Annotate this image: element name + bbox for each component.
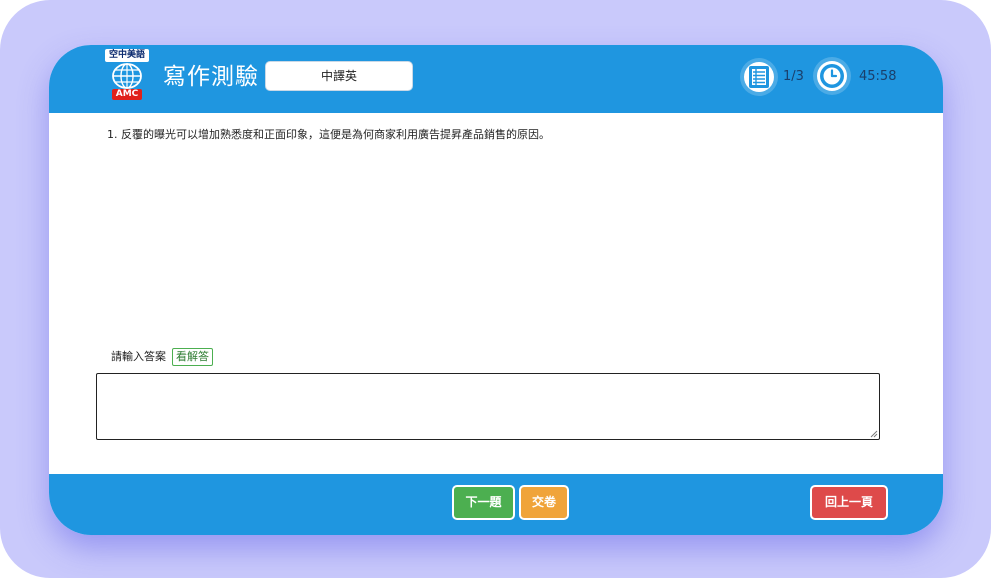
page-title: 寫作測驗 <box>163 64 259 90</box>
next-question-button[interactable]: 下一題 <box>452 485 515 520</box>
resize-grip-icon[interactable] <box>869 429 878 438</box>
globe-icon <box>112 63 142 89</box>
back-button[interactable]: 回上一頁 <box>810 485 888 520</box>
header-bar: 空中美語 AMC 寫作測驗 中譯英 1/3 45:58 <box>49 45 943 113</box>
page-background: 空中美語 AMC 寫作測驗 中譯英 1/3 45:58 1. 反覆的曝光可以增加… <box>0 0 991 578</box>
amc-logo: 空中美語 AMC <box>105 49 149 105</box>
footer-bar: 下一題 交卷 回上一頁 <box>49 474 943 535</box>
answer-input[interactable] <box>96 373 880 440</box>
list-icon <box>749 66 769 88</box>
logo-top-text: 空中美語 <box>105 49 149 62</box>
answer-label: 請輸入答案 <box>111 350 166 363</box>
question-progress: 1/3 <box>783 69 804 84</box>
timer-button[interactable] <box>813 57 851 95</box>
clock-icon <box>820 64 844 88</box>
mode-selector[interactable]: 中譯英 <box>265 61 413 91</box>
question-list-button[interactable] <box>740 58 778 96</box>
submit-test-button[interactable]: 交卷 <box>519 485 569 520</box>
logo-brand-text: AMC <box>112 89 142 100</box>
countdown-timer: 45:58 <box>859 69 897 84</box>
question-text: 1. 反覆的曝光可以增加熟悉度和正面印象，這便是為何商家利用廣告提昇產品銷售的原… <box>107 128 550 141</box>
test-panel: 空中美語 AMC 寫作測驗 中譯英 1/3 45:58 1. 反覆的曝光可以增加… <box>49 45 943 535</box>
show-answer-button[interactable]: 看解答 <box>172 348 213 366</box>
